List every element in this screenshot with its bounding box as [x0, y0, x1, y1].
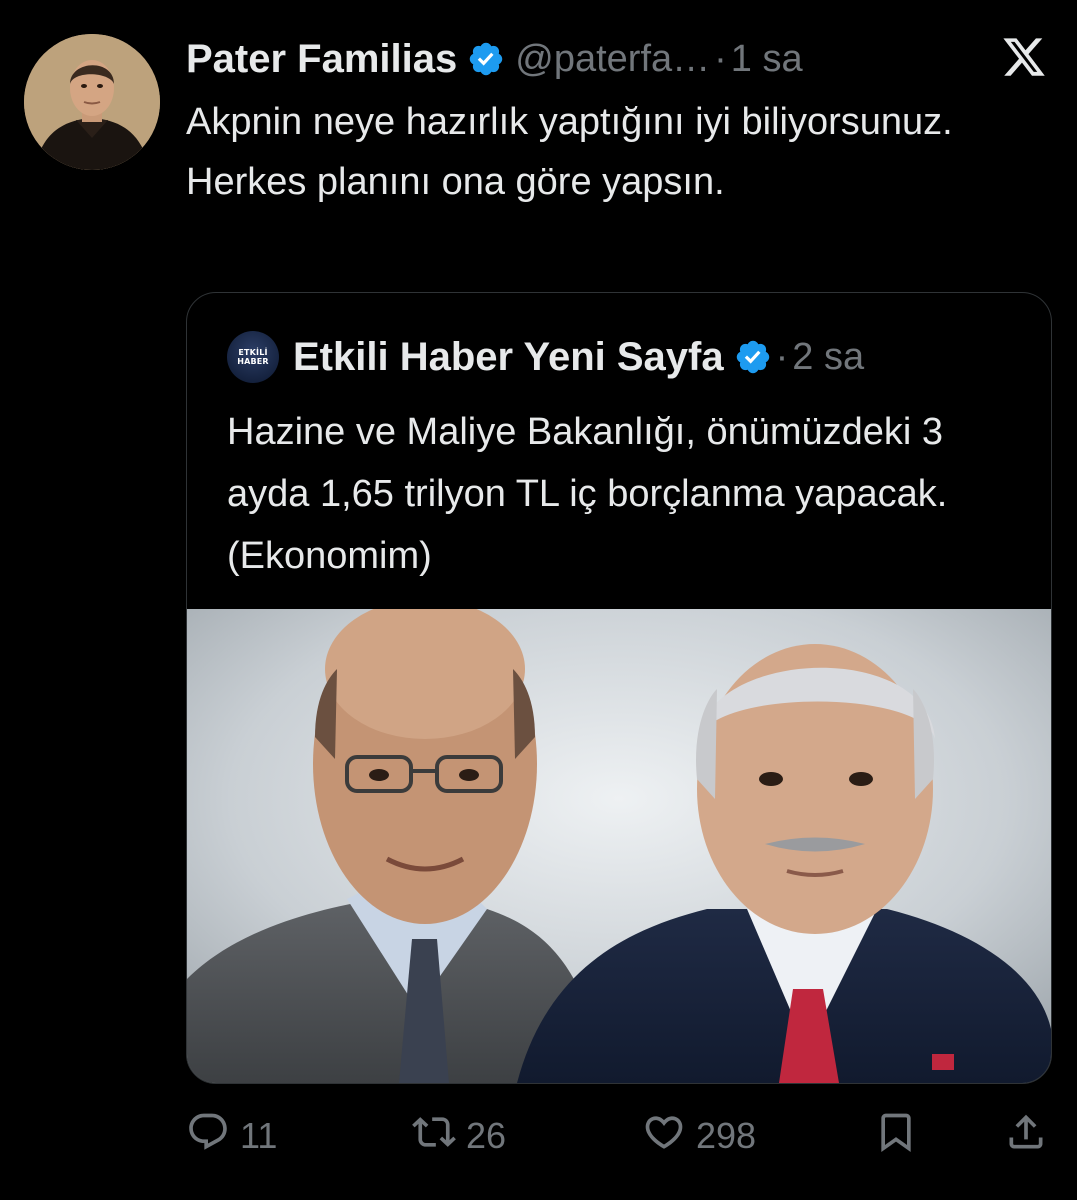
- quoted-header-separator: ·: [775, 335, 789, 378]
- x-logo-icon[interactable]: [1000, 34, 1048, 80]
- reply-count: 11: [240, 1115, 278, 1156]
- quoted-tweet-header: ETKİLİ HABER Etkili Haber Yeni Sayfa · 2…: [227, 329, 864, 385]
- author-avatar[interactable]: [24, 34, 160, 170]
- author-avatar-portrait: [24, 34, 160, 170]
- tweet-header: Pater Familias @paterfa… · 1 sa: [186, 30, 803, 88]
- author-handle[interactable]: @paterfa…: [515, 38, 710, 81]
- quoted-tweet-text: Hazine ve Maliye Bakanlığı, önümüzdeki 3…: [227, 411, 948, 577]
- quoted-tweet-image[interactable]: [187, 609, 1051, 1083]
- quoted-avatar-text-bottom: HABER: [237, 357, 269, 366]
- verified-badge-icon: [467, 40, 505, 78]
- quoted-avatar-text-top: ETKİLİ: [238, 348, 268, 357]
- repost-button[interactable]: 26: [412, 1108, 506, 1164]
- bookmark-button[interactable]: [874, 1108, 918, 1164]
- tweet-actions: 11 26 298: [186, 1108, 1056, 1164]
- quoted-tweet-time[interactable]: 2 sa: [792, 336, 864, 379]
- repost-icon: [412, 1110, 456, 1163]
- share-icon: [1004, 1110, 1048, 1163]
- quoted-author-avatar[interactable]: ETKİLİ HABER: [227, 331, 279, 383]
- repost-count: 26: [466, 1115, 507, 1156]
- author-name[interactable]: Pater Familias: [186, 37, 457, 82]
- reply-icon: [186, 1110, 230, 1163]
- reply-button[interactable]: 11: [186, 1108, 277, 1164]
- quoted-tweet[interactable]: ETKİLİ HABER Etkili Haber Yeni Sayfa · 2…: [186, 292, 1052, 1084]
- verified-badge-icon: [734, 338, 772, 376]
- quoted-author-name[interactable]: Etkili Haber Yeni Sayfa: [293, 335, 724, 380]
- heart-icon: [642, 1110, 686, 1163]
- bookmark-icon: [874, 1110, 918, 1163]
- like-count: 298: [696, 1115, 757, 1156]
- tweet-time[interactable]: 1 sa: [731, 38, 803, 81]
- share-button[interactable]: [1004, 1108, 1048, 1164]
- tweet-text: Akpnin neye hazırlık yaptığını iyi biliy…: [186, 101, 953, 203]
- news-photo-two-men: [187, 609, 1051, 1083]
- like-button[interactable]: 298: [642, 1108, 756, 1164]
- header-separator: ·: [714, 37, 727, 80]
